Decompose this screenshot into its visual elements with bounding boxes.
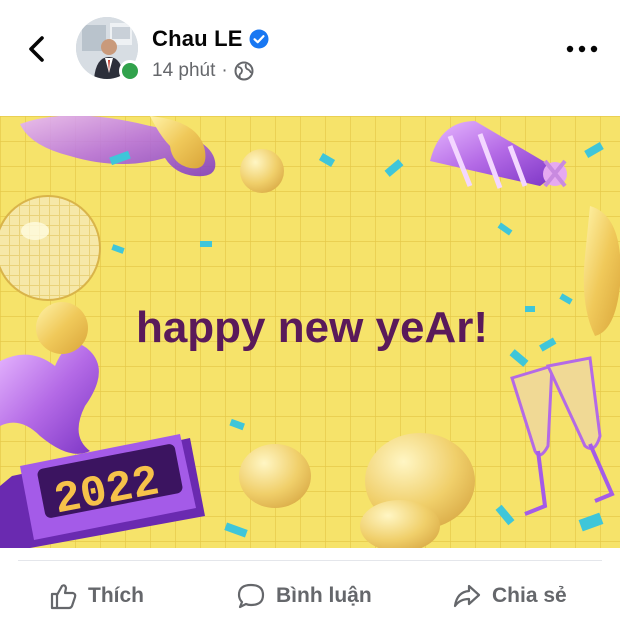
post-image[interactable]: 2022 happy new yeAr! — [0, 116, 620, 548]
back-icon — [29, 36, 44, 62]
author-row: Chau LE — [152, 26, 269, 52]
share-label: Chia sẻ — [492, 584, 567, 607]
like-button[interactable]: Thích — [48, 570, 144, 622]
new-year-graphic: 2022 happy new yeAr! — [0, 116, 620, 548]
more-icon — [566, 45, 598, 53]
actions-divider — [18, 560, 602, 561]
post-header: Chau LE 14 phút · — [0, 0, 620, 112]
greeting-text: happy new yeAr! — [136, 303, 488, 352]
share-icon — [453, 584, 481, 608]
post-actions: Thích Bình luận Chia sẻ — [0, 570, 620, 622]
post-meta: 14 phút · — [152, 60, 254, 82]
comment-button[interactable]: Bình luận — [236, 570, 372, 622]
meta-separator: · — [221, 60, 228, 81]
author-name[interactable]: Chau LE — [152, 26, 243, 52]
online-status-indicator — [119, 60, 141, 82]
comment-label: Bình luận — [276, 584, 372, 607]
like-icon — [50, 584, 77, 610]
comment-icon — [237, 583, 265, 609]
post-time[interactable]: 14 phút — [152, 60, 215, 82]
like-label: Thích — [88, 584, 144, 607]
share-button[interactable]: Chia sẻ — [452, 570, 567, 622]
back-button[interactable] — [20, 32, 54, 66]
more-options-button[interactable] — [562, 34, 602, 64]
verified-badge-icon — [249, 29, 269, 49]
globe-icon — [234, 61, 254, 81]
